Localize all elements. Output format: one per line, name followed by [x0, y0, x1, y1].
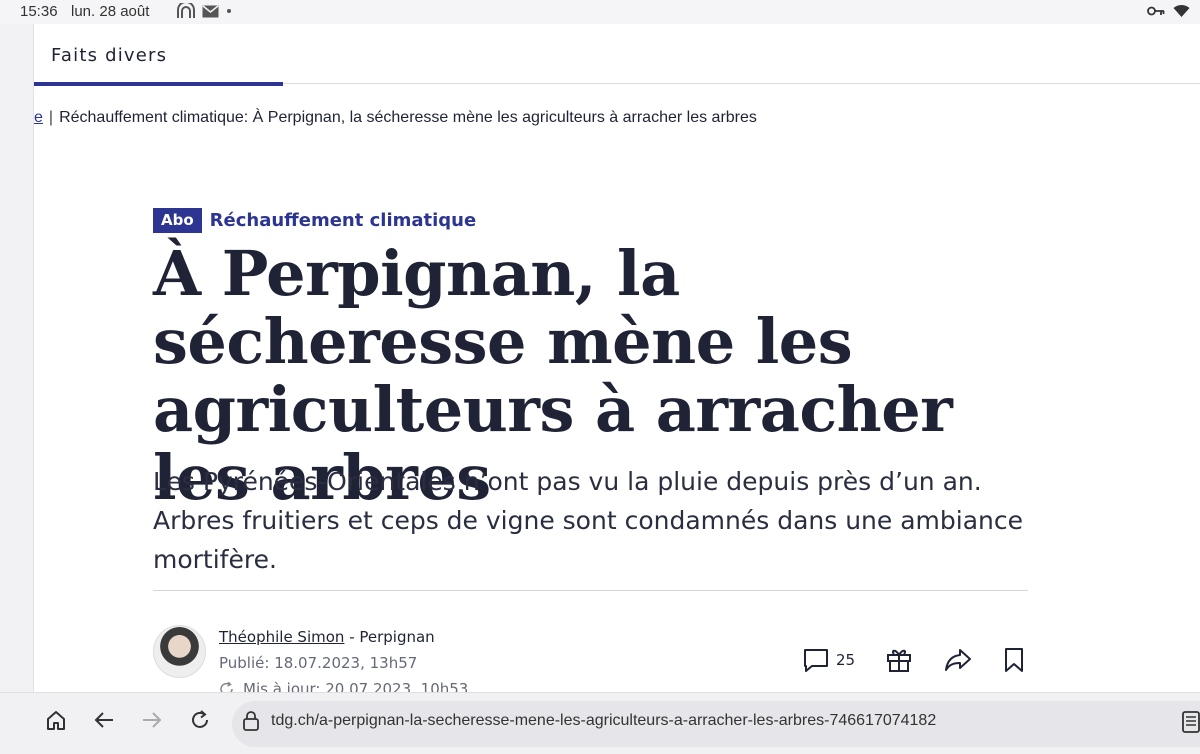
- back-button[interactable]: [91, 707, 117, 733]
- status-time: 15:36: [20, 3, 58, 20]
- arrow-left-icon: [94, 712, 113, 728]
- home-button[interactable]: [43, 707, 69, 733]
- updated-row: Mis à jour: 20.07.2023, 10h53: [219, 680, 468, 692]
- wifi-icon: [1173, 4, 1190, 18]
- forward-button[interactable]: [139, 707, 165, 733]
- reader-mode-icon[interactable]: [1182, 711, 1200, 733]
- refresh-small-icon: [220, 681, 233, 692]
- share-icon: [945, 649, 972, 671]
- breadcrumb-link[interactable]: e: [34, 109, 43, 126]
- vpn-app-icon: [177, 3, 195, 18]
- divider: [153, 590, 1028, 591]
- browser-toolbar: tdg.ch/a-perpignan-la-secheresse-mene-le…: [0, 692, 1200, 754]
- article-lede: Les Pyrénées-Orientales n’ont pas vu la …: [153, 467, 1023, 574]
- subscriber-badge: Abo: [153, 208, 202, 233]
- bookmark-icon: [1005, 648, 1024, 672]
- home-icon: [47, 711, 65, 730]
- lock-icon: [243, 711, 259, 731]
- status-date: lun. 28 août: [71, 3, 150, 20]
- author-meta: Théophile Simon - Perpignan Publié: 18.0…: [219, 628, 468, 692]
- article-kicker: Abo Réchauffement climatique: [153, 208, 476, 233]
- comments-button[interactable]: 25: [802, 646, 855, 674]
- bookmark-button[interactable]: [1003, 646, 1025, 674]
- web-page: Faits divers e | Réchauffement climatique:…: [33, 24, 1200, 692]
- comment-icon: [804, 649, 828, 672]
- system-icons: [1147, 4, 1190, 18]
- breadcrumb-current: Réchauffement climatique: À Perpignan, l…: [59, 109, 757, 126]
- breadcrumb-separator: |: [48, 109, 54, 126]
- topic-label[interactable]: Réchauffement climatique: [210, 210, 477, 231]
- updated-date: Mis à jour: 20.07.2023, 10h53: [243, 680, 469, 692]
- section-active-indicator: [34, 82, 283, 86]
- gift-icon: [887, 649, 912, 672]
- published-date: Publié: 18.07.2023, 13h57: [219, 654, 418, 672]
- comment-count: 25: [836, 651, 856, 669]
- reload-icon: [192, 710, 208, 728]
- breadcrumb: e | Réchauffement climatique: À Perpignan,…: [34, 109, 757, 127]
- mail-icon: [202, 4, 219, 17]
- reload-button[interactable]: [187, 707, 213, 733]
- arrow-right-icon: [143, 712, 162, 728]
- author-avatar[interactable]: [153, 625, 206, 678]
- gift-button[interactable]: [885, 646, 913, 674]
- article-actions: 25: [802, 646, 1025, 674]
- share-button[interactable]: [943, 646, 973, 674]
- url-text[interactable]: tdg.ch/a-perpignan-la-secheresse-mene-le…: [271, 712, 936, 730]
- dot-icon: [227, 9, 231, 13]
- author-location: - Perpignan: [344, 628, 435, 646]
- section-nav: Faits divers: [34, 24, 1200, 86]
- key-icon: [1147, 6, 1165, 16]
- notification-icons: [176, 3, 233, 19]
- author-name[interactable]: Théophile Simon: [219, 628, 344, 646]
- status-bar: 15:36 lun. 28 août: [0, 0, 1200, 24]
- section-title[interactable]: Faits divers: [51, 45, 167, 66]
